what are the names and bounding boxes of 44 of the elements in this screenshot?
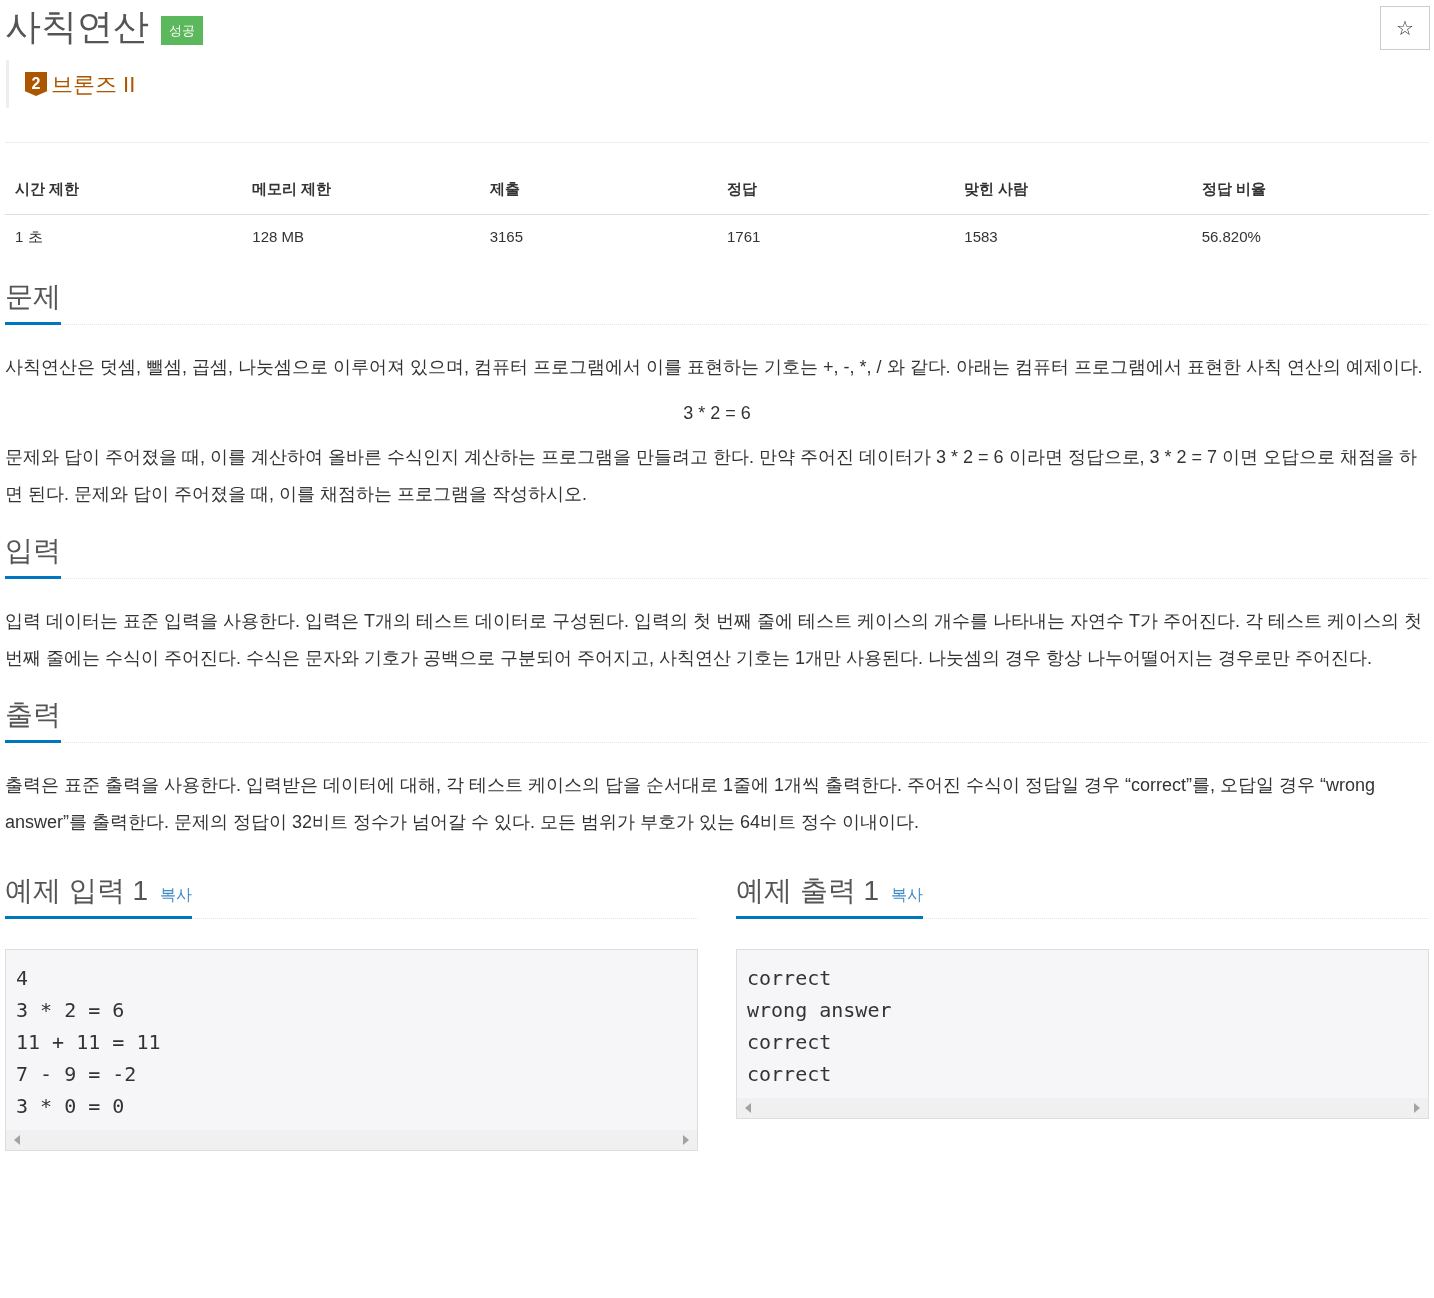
section-heading: 문제 <box>5 280 61 314</box>
section-heading: 출력 <box>5 698 61 732</box>
column-header: 정답 <box>717 165 955 214</box>
column-header: 맞힌 사람 <box>954 165 1192 214</box>
code-line: 3 * 0 = 0 <box>16 1093 125 1120</box>
paragraph: 사칙연산은 덧셈, 뺄셈, 곱셈, 나눗셈으로 이루어져 있으며, 컴퓨터 프로그램에서 이를 표현하는 기호는 +, -, *, / 와 같다. 아래는 컴퓨터 프로그램에서 표현한 사칙 연산의 예제이다. <box>5 356 1424 379</box>
success-label: 성공 <box>161 15 203 46</box>
code-line: 3 * 2 = 6 <box>16 997 125 1024</box>
table-cell: 3165 <box>479 214 717 259</box>
section-heading: 예제 출력 1 <box>736 874 880 908</box>
scroll-left-icon[interactable] <box>745 1103 751 1113</box>
code-line: 4 <box>16 965 29 992</box>
column-header: 메모리 제한 <box>242 165 480 214</box>
code-line: correct <box>747 965 832 992</box>
column-header: 제출 <box>479 165 717 214</box>
formula-text: 3 * 2 = 6 <box>682 402 752 425</box>
section-heading: 입력 <box>5 534 61 568</box>
code-line: correct <box>747 1061 832 1088</box>
table-cell: 1761 <box>717 214 955 259</box>
tier-badge: 2 <box>25 72 47 96</box>
scrollbar[interactable] <box>737 1098 1428 1118</box>
paragraph: 문제와 답이 주어졌을 때, 이를 계산하여 올바른 수식인지 계산하는 프로그램을 만들려고 한다. 만약 주어진 데이터가 3 * 2 = 6 이라면 정답으로, 3 * 2 = 7 이면 오답으로 채점을 하면 된다. 문제와 답이 주어졌을 때, 이를 채점하는 프로그램을 작성하시오. <box>5 446 1419 506</box>
code-line: 7 - 9 = -2 <box>16 1061 137 1088</box>
scrollbar[interactable] <box>6 1130 697 1150</box>
column-header: 시간 제한 <box>5 165 243 214</box>
scroll-right-icon[interactable] <box>1414 1103 1420 1113</box>
table-cell: 1 초 <box>5 214 243 259</box>
table-cell: 128 MB <box>242 214 480 259</box>
column-header: 정답 비율 <box>1191 165 1429 214</box>
code-line: wrong answer <box>747 997 892 1024</box>
problem-title: 사칙연산 <box>5 5 149 49</box>
tier-link[interactable]: 브론즈 II <box>51 67 136 101</box>
scroll-left-icon[interactable] <box>14 1135 20 1145</box>
section-heading: 예제 입력 1 <box>5 874 149 908</box>
scroll-right-icon[interactable] <box>683 1135 689 1145</box>
paragraph: 출력은 표준 출력을 사용한다. 입력받은 데이터에 대해, 각 테스트 케이스의 답을 순서대로 1줄에 1개씩 출력한다. 주어진 수식이 정답일 경우 “correct”를, 오답일 경우 “wrong answer”를 출력한다. 문제의 정답이 32비트 정수가 넘어갈 수 있다. 모든 범위가 부호가 있는 64비트 정수 이내이다. <box>5 774 1377 834</box>
copy-link[interactable]: 복사 <box>891 883 924 907</box>
table-cell: 1583 <box>954 214 1192 259</box>
code-line: correct <box>747 1029 832 1056</box>
table-cell: 56.820% <box>1191 214 1429 259</box>
code-line: 11 + 11 = 11 <box>16 1029 161 1056</box>
star-button[interactable]: ☆ <box>1380 6 1430 50</box>
paragraph: 입력 데이터는 표준 입력을 사용한다. 입력은 T개의 테스트 데이터로 구성된다. 입력의 첫 번째 줄에 테스트 케이스의 개수를 나타내는 자연수 T가 주어진다. 각 테스트 케이스의 첫 번째 줄에는 수식이 주어진다. 수식은 문자와 기호가 공백으로 구분되어 주어지고, 사칙연산 기호는 1개만 사용된다. 나눗셈의 경우 항상 나누어떨어지는 경우로만 주어진다. <box>5 610 1424 670</box>
copy-link[interactable]: 복사 <box>160 883 193 907</box>
